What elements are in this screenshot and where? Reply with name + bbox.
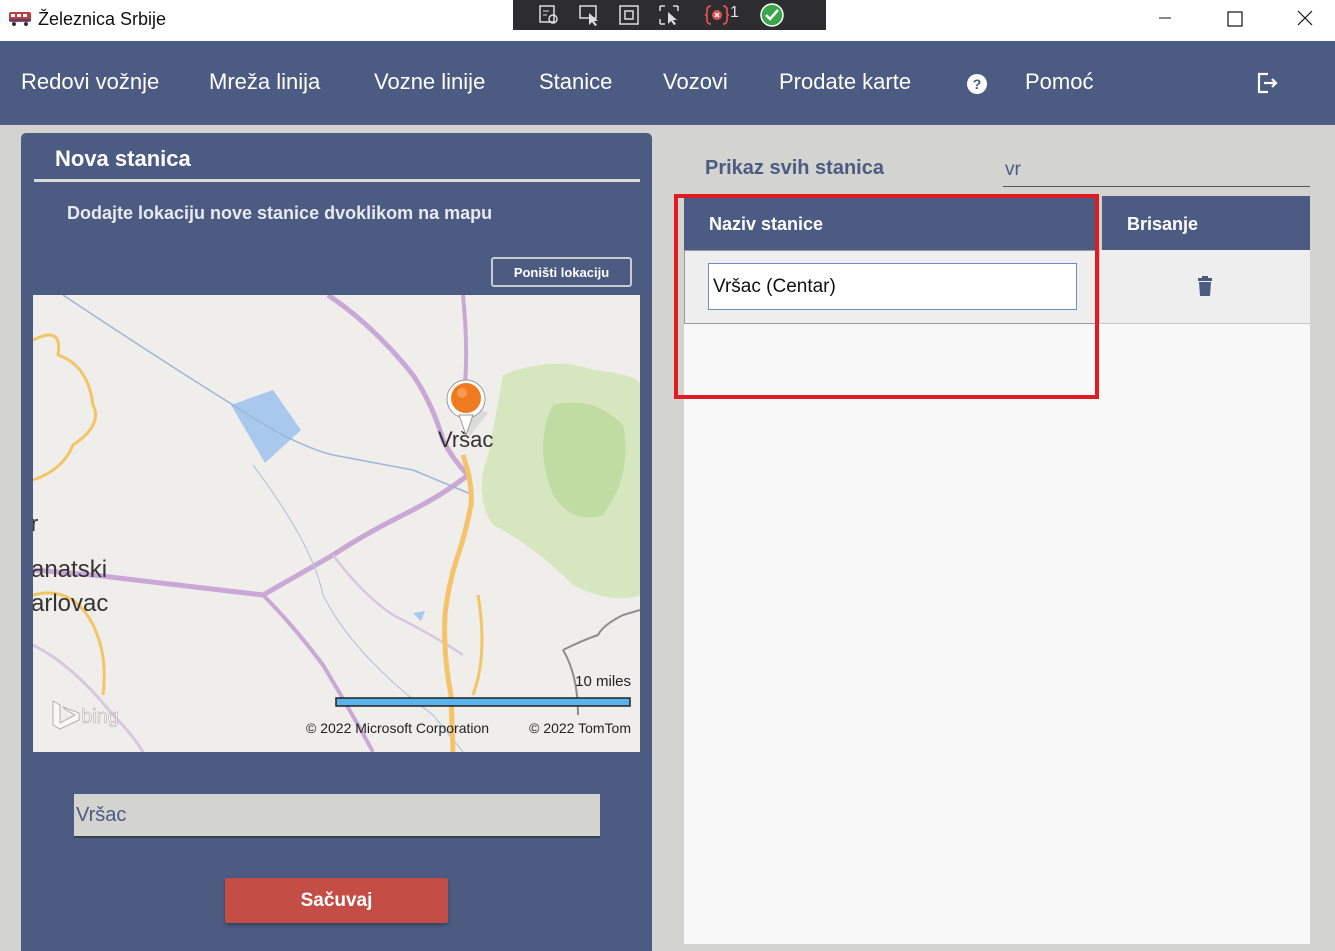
table-header: Naziv stanice Brisanje bbox=[684, 196, 1310, 250]
binding-errors-icon[interactable] bbox=[705, 3, 729, 27]
debug-toolbar: 1 bbox=[513, 0, 826, 30]
question-circle-icon[interactable]: ? bbox=[966, 73, 988, 95]
error-count: 1 bbox=[730, 4, 739, 21]
nav-item-redovi-voznje[interactable]: Redovi vožnje bbox=[21, 69, 159, 95]
train-icon bbox=[9, 12, 31, 26]
column-header-name[interactable]: Naziv stanice bbox=[709, 214, 823, 235]
panel-title: Nova stanica bbox=[55, 146, 191, 171]
cell-divider bbox=[1099, 250, 1100, 324]
nav-item-prodate-karte[interactable]: Prodate karte bbox=[779, 69, 911, 95]
nav-item-vozovi[interactable]: Vozovi bbox=[663, 69, 728, 95]
select-element-icon[interactable] bbox=[577, 3, 601, 27]
nav-item-vozne-linije[interactable]: Vozne linije bbox=[374, 69, 485, 95]
column-divider bbox=[1099, 196, 1102, 250]
maximize-icon[interactable] bbox=[1211, 4, 1257, 34]
map-copyright-tomtom: © 2022 TomTom bbox=[529, 720, 631, 736]
logout-icon[interactable] bbox=[1255, 71, 1279, 95]
stations-table: Naziv stanice Brisanje bbox=[684, 196, 1310, 944]
title-divider bbox=[34, 179, 640, 182]
station-map[interactable]: Vršac r anatski arlovac 10 miles bing © … bbox=[33, 295, 640, 752]
station-search-input[interactable] bbox=[1003, 154, 1310, 187]
title-bar: Železnica Srbije 1 bbox=[0, 0, 1335, 41]
table-row[interactable] bbox=[684, 250, 1310, 324]
main-navigation: Redovi vožnje Mreža linija Vozne linije … bbox=[0, 41, 1335, 125]
svg-text:arlovac: arlovac bbox=[33, 590, 108, 617]
svg-text:?: ? bbox=[973, 76, 982, 92]
map-instruction: Dodajte lokaciju nove stanice dvoklikom … bbox=[67, 203, 493, 223]
column-header-delete[interactable]: Brisanje bbox=[1127, 214, 1198, 235]
close-icon[interactable] bbox=[1282, 4, 1328, 34]
map-copyright-microsoft: © 2022 Microsoft Corporation bbox=[306, 720, 489, 736]
display-adorners-icon[interactable] bbox=[617, 3, 641, 27]
minimize-icon[interactable] bbox=[1142, 4, 1188, 34]
track-focus-icon[interactable] bbox=[657, 3, 681, 27]
stations-list-title: Prikaz svih stanica bbox=[705, 157, 884, 179]
reset-location-button[interactable]: Poništi lokaciju bbox=[491, 257, 632, 287]
nav-item-pomoc[interactable]: Pomoć bbox=[1025, 69, 1093, 95]
nav-item-stanice[interactable]: Stanice bbox=[539, 69, 612, 95]
map-scale-label: 10 miles bbox=[575, 673, 631, 690]
new-station-panel: Nova stanica Dodajte lokaciju nove stani… bbox=[21, 133, 652, 951]
svg-text:bing: bing bbox=[81, 706, 119, 728]
trash-icon[interactable] bbox=[1197, 276, 1213, 296]
window-title: Železnica Srbije bbox=[38, 9, 167, 29]
check-circle-icon[interactable] bbox=[760, 3, 784, 27]
save-button[interactable]: Sačuvaj bbox=[225, 878, 448, 923]
station-name-input[interactable] bbox=[74, 794, 600, 838]
nav-item-mreza-linija[interactable]: Mreža linija bbox=[209, 69, 320, 95]
svg-text:anatski: anatski bbox=[33, 556, 107, 583]
live-tree-icon[interactable] bbox=[537, 3, 561, 27]
svg-text:r: r bbox=[33, 511, 38, 536]
station-name-cell-editor[interactable] bbox=[708, 263, 1077, 310]
map-canvas: Vršac r anatski arlovac 10 miles bing © … bbox=[33, 295, 640, 752]
